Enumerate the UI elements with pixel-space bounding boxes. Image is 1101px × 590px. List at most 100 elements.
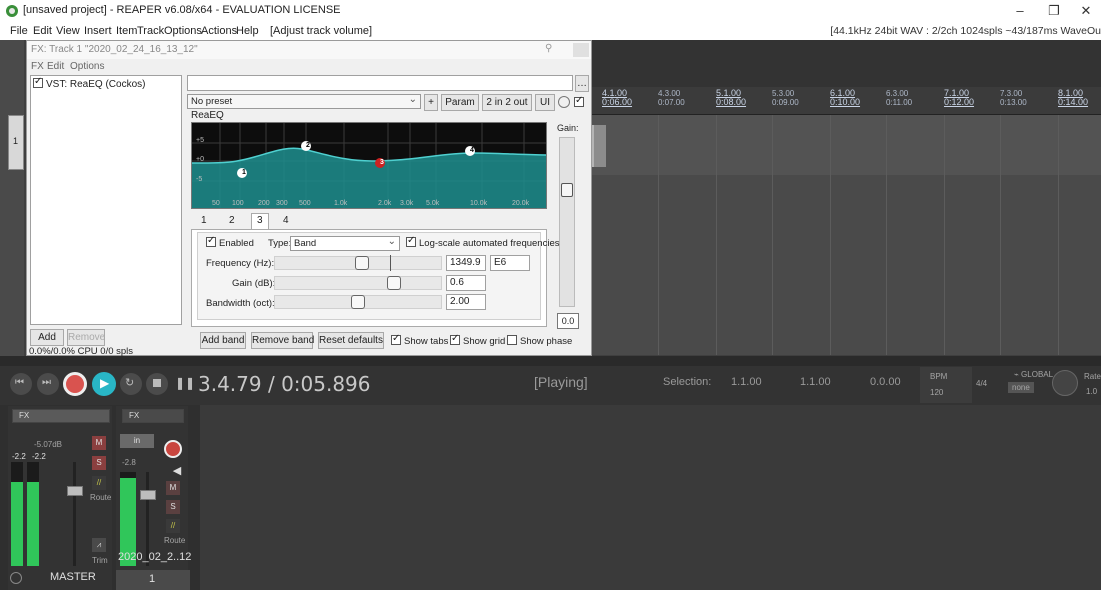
add-fx-button[interactable]: Add (30, 329, 64, 346)
remove-band-button[interactable]: Remove band (251, 332, 314, 349)
enabled-checkbox[interactable] (206, 235, 216, 247)
remove-fx-button[interactable]: Remove (67, 329, 105, 346)
preset-add-button[interactable]: + (424, 94, 438, 111)
bandwidth-value[interactable]: 2.00 (446, 294, 486, 310)
reset-defaults-button[interactable]: Reset defaults (318, 332, 384, 349)
add-band-button[interactable]: Add band (200, 332, 246, 349)
minimize-button[interactable]: – (1006, 3, 1034, 19)
log-scale-checkbox[interactable] (406, 235, 416, 247)
go-to-end-icon[interactable]: ⏭ (37, 373, 59, 395)
preset-select[interactable]: No preset (187, 93, 421, 109)
track1-name[interactable]: 2020_02_2..12 (118, 551, 191, 563)
time-signature[interactable]: 4/4 (976, 379, 987, 388)
stop-button[interactable] (146, 373, 168, 395)
master-route-icon[interactable]: // (92, 476, 106, 490)
bpm-value: 120 (930, 388, 944, 397)
menu-track[interactable]: Track (137, 25, 164, 37)
master-gain-thumb[interactable] (561, 183, 573, 197)
note-value[interactable]: E6 (490, 255, 530, 271)
pin-icon[interactable]: ⚲ (545, 43, 552, 54)
menu-view[interactable]: View (56, 25, 80, 37)
fx-close-button[interactable] (573, 43, 589, 57)
gain-db-value[interactable]: 0.6 (446, 275, 486, 291)
frequency-value[interactable]: 1349.9 (446, 255, 486, 271)
selection-length[interactable]: 0.0.00 (870, 376, 901, 388)
master-fader[interactable] (67, 486, 83, 496)
show-phase-checkbox[interactable] (507, 335, 517, 345)
fx-menu-options[interactable]: Options (70, 61, 104, 72)
frequency-slider-thumb[interactable] (355, 256, 369, 270)
ui-toggle-button[interactable]: UI (535, 94, 555, 111)
band-type-select[interactable]: Band (290, 235, 400, 251)
fx-chain-item[interactable]: VST: ReaEQ (Cockos) (33, 76, 145, 92)
global-automation-mode[interactable]: none (1008, 382, 1034, 393)
track1-route-icon[interactable]: // (166, 519, 180, 533)
fx-menu-fx[interactable]: FX (31, 61, 44, 72)
fx-menu-edit[interactable]: Edit (47, 61, 64, 72)
restore-button[interactable]: ❐ (1040, 3, 1068, 19)
wet-knob-icon[interactable] (558, 96, 570, 108)
tab-band-2[interactable]: 2 (229, 215, 235, 226)
horizontal-scrollbar[interactable] (0, 356, 1101, 366)
speaker-icon[interactable]: ◀ (170, 464, 184, 478)
bandwidth-slider-thumb[interactable] (351, 295, 365, 309)
menu-insert[interactable]: Insert (84, 25, 112, 37)
fx-more-button[interactable]: … (575, 75, 589, 92)
play-button[interactable]: ▶ (92, 372, 116, 396)
tab-band-3[interactable]: 3 (251, 213, 269, 229)
repeat-icon[interactable]: ↻ (120, 373, 142, 395)
menu-options[interactable]: Options (164, 25, 202, 37)
eq-graph[interactable]: 1 2 3 4 +5 +0 -5 50 100 200 300 500 1.0k… (191, 122, 547, 209)
master-mute-button[interactable]: M (92, 436, 106, 450)
menu-item[interactable]: Item (116, 25, 137, 37)
envelope-icon[interactable]: ⩘ (92, 538, 106, 552)
close-button[interactable]: ✕ (1072, 3, 1100, 19)
playrate-knob[interactable] (1052, 370, 1078, 396)
master-info-icon[interactable] (10, 572, 22, 584)
fx-enable-checkbox[interactable] (33, 76, 43, 88)
track-lane[interactable] (592, 115, 1101, 175)
tab-band-4[interactable]: 4 (283, 215, 289, 226)
menu-actions[interactable]: Actions (201, 25, 237, 37)
gain-db-slider-thumb[interactable] (387, 276, 401, 290)
show-phase-wrap[interactable]: Show phase (507, 335, 572, 347)
show-grid-wrap[interactable]: Show grid (450, 333, 505, 347)
master-gain-value[interactable]: 0.0 (557, 313, 579, 329)
master-fx-button[interactable]: FX (12, 409, 110, 423)
gain-db-slider[interactable] (274, 276, 442, 290)
show-tabs-checkbox[interactable] (391, 333, 401, 345)
record-button[interactable] (63, 372, 87, 396)
media-item[interactable] (592, 125, 606, 167)
log-scale-wrap[interactable]: Log-scale automated frequencies (406, 235, 559, 249)
track1-fx-button[interactable]: FX (122, 409, 184, 423)
track1-solo-button[interactable]: S (166, 500, 180, 514)
bypass-checkbox[interactable] (574, 95, 584, 107)
track1-mute-button[interactable]: M (166, 481, 180, 495)
io-pins-button[interactable]: 2 in 2 out (482, 94, 532, 111)
fx-window-titlebar[interactable]: FX: Track 1 "2020_02_24_16_13_12" ⚲ (27, 41, 591, 59)
track1-input-button[interactable]: in (120, 434, 154, 448)
menu-edit[interactable]: Edit (33, 25, 52, 37)
show-tabs-wrap[interactable]: Show tabs (391, 333, 448, 347)
selection-start[interactable]: 1.1.00 (731, 376, 762, 388)
timeline-ruler[interactable]: 4.1.00 0:06.00 4.3.00 0:07.00 5.1.00 0:08.0… (592, 87, 1101, 115)
master-gain-slider[interactable] (559, 137, 575, 307)
param-button[interactable]: Param (441, 94, 479, 111)
fx-chain-list[interactable]: VST: ReaEQ (Cockos) (30, 75, 182, 325)
go-to-start-icon[interactable]: ⏮ (10, 373, 32, 395)
enabled-checkbox-wrap[interactable]: Enabled (206, 235, 254, 249)
track1-fader[interactable] (140, 490, 156, 500)
tab-band-1[interactable]: 1 (201, 215, 207, 226)
freq-label: 50 (212, 200, 220, 207)
track-control-panel[interactable]: 1 (8, 115, 24, 170)
track1-record-arm-button[interactable] (164, 440, 182, 458)
show-grid-checkbox[interactable] (450, 333, 460, 345)
fx-name-field[interactable] (187, 75, 573, 91)
selection-end[interactable]: 1.1.00 (800, 376, 831, 388)
master-solo-button[interactable]: S (92, 456, 106, 470)
menu-file[interactable]: File (10, 25, 28, 37)
automation-icon: ⌁ (1014, 370, 1022, 379)
menu-help[interactable]: Help (236, 25, 259, 37)
pause-button[interactable]: ❚❚ (170, 373, 195, 395)
bandwidth-label: Bandwidth (oct): (206, 298, 275, 309)
